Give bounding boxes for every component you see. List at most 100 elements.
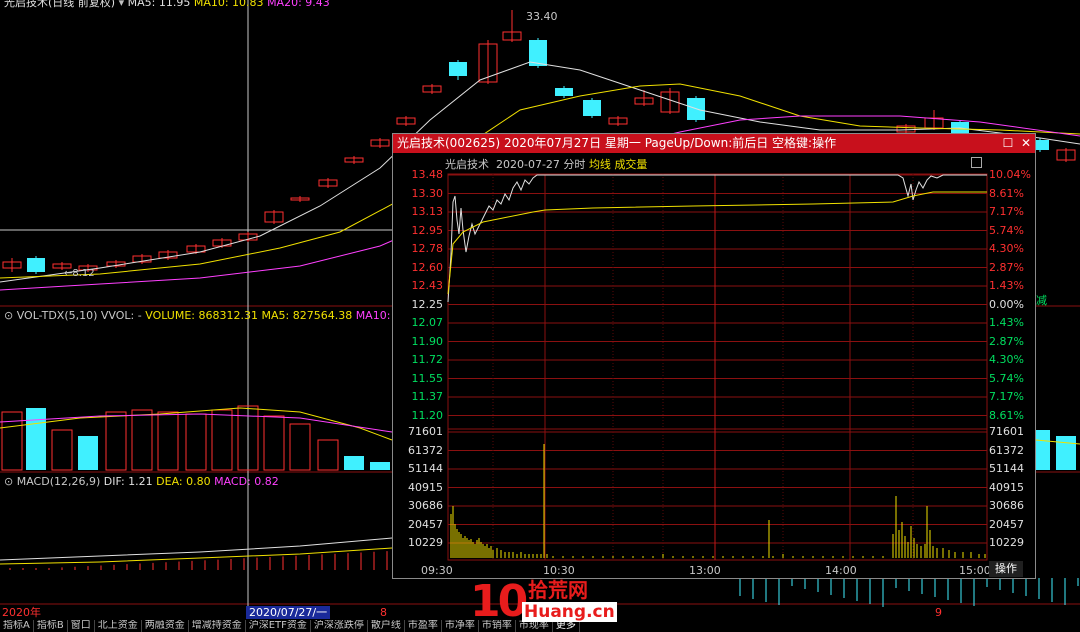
volume-bar-up (157, 411, 179, 471)
price-tick: 12.78 (411, 242, 444, 255)
indicator-tab[interactable]: 沪深涨跌停 (311, 620, 368, 632)
volume-bar-up (131, 409, 153, 471)
macd-pane-header: ⊙ MACD(12,26,9) DIF: 1.21 DEA: 0.80 MACD… (4, 475, 279, 488)
volume-tick: 71601 (989, 425, 1024, 438)
volume-tick: 20457 (408, 517, 443, 531)
vol-indicator-name: VOL-TDX(5,10) (16, 309, 98, 322)
vol-ma10-value: MA10: (355, 309, 391, 322)
ma10-label: MA10: 10.83 (193, 0, 264, 9)
intraday-frame (447, 173, 988, 561)
macd-value: MACD: 0.82 (214, 475, 279, 488)
volume-bar-down (26, 408, 46, 470)
indicator-tab[interactable]: 散户线 (368, 620, 405, 632)
volume-bar-up (211, 409, 233, 471)
percent-tick: 2.87% (989, 260, 1024, 274)
month-8-label: 8 (380, 606, 387, 619)
dif-value: DIF: 1.21 (103, 475, 153, 488)
time-tick: 10:30 (543, 564, 575, 577)
operate-button[interactable]: 操作 (989, 561, 1023, 577)
percent-tick: 4.30% (989, 353, 1024, 366)
percent-tick: 8.61% (989, 186, 1024, 200)
volume-bar-up (51, 429, 73, 471)
macd-indicator-name: MACD(12,26,9) (16, 475, 101, 488)
vol-ma5-line (0, 407, 393, 441)
volume-bar-up (289, 423, 311, 471)
indicator-tab[interactable]: 市盈率 (405, 620, 442, 632)
volume-bar-down (344, 456, 364, 470)
gear-icon[interactable]: ⊙ (4, 309, 13, 322)
candle-down (583, 100, 601, 116)
candle-down (27, 258, 45, 272)
dea-value: DEA: 0.80 (156, 475, 211, 488)
watermark-logo: 10 拾荒网 Huang.cn (470, 578, 630, 628)
volume-value: VOLUME: 868312.31 (145, 309, 258, 322)
volume-bar-down (1056, 436, 1076, 470)
percent-tick: 1.43% (989, 316, 1024, 329)
percent-tick: 1.43% (989, 279, 1024, 292)
indicator-tab[interactable]: 沪深ETF资金 (246, 620, 311, 632)
price-tick: 11.37 (411, 390, 444, 403)
volume-tick: 71601 (408, 425, 443, 438)
price-tick: 11.72 (411, 353, 444, 366)
volume-tick: 40915 (989, 480, 1024, 494)
time-tick: 15:00 (959, 564, 991, 577)
volume-tick: 51144 (989, 462, 1024, 475)
low-price-label: ←8.12 (64, 268, 95, 279)
percent-tick: 7.17% (989, 205, 1024, 218)
price-tick: 12.60 (411, 260, 444, 274)
volume-tick: 51144 (408, 462, 443, 475)
intraday-chart (447, 173, 988, 561)
indicator-tab[interactable]: 指标A (0, 620, 34, 632)
time-tick: 09:30 (421, 564, 453, 577)
watermark-en: Huang.cn (522, 602, 617, 622)
volume-bar-down (78, 436, 98, 470)
volume-bar-down (370, 462, 390, 470)
volume-tick: 30686 (989, 499, 1024, 512)
indicator-tab[interactable]: 窗口 (68, 620, 95, 632)
volume-tick: 20457 (989, 517, 1024, 531)
volume-bar-up (317, 439, 339, 471)
percent-tick: 0.00% (989, 297, 1024, 311)
volume-bar-up (185, 413, 207, 471)
price-tick: 12.95 (411, 223, 444, 237)
percent-tick: 2.87% (989, 334, 1024, 348)
watermark-cn: 拾荒网 (528, 578, 588, 602)
time-tick: 14:00 (825, 564, 857, 577)
intraday-average-line (447, 191, 987, 295)
stock-title: 光启技术(日线 前复权) (4, 0, 116, 9)
daily-chart-header: 光启技术(日线 前复权) ▾ MA5: 11.95 MA10: 10.83 MA… (4, 0, 330, 9)
percent-tick: 10.04% (989, 168, 1031, 181)
indicator-tab[interactable]: 增减持资金 (189, 620, 246, 632)
price-tick: 11.20 (411, 408, 444, 422)
volume-tick: 61372 (989, 443, 1024, 457)
dropdown-icon[interactable]: ▾ (119, 0, 125, 9)
vol-ma10-line (0, 413, 393, 433)
peak-price-label: 33.40 (526, 10, 558, 23)
ma5-label: MA5: 11.95 (127, 0, 191, 9)
volume-bar-up (263, 415, 285, 471)
indicator-tab[interactable]: 北上资金 (95, 620, 142, 632)
price-tick: 12.25 (411, 297, 444, 311)
intraday-price-line (447, 174, 987, 303)
volume-tick: 30686 (408, 499, 443, 512)
ma20-label: MA20: 9.43 (267, 0, 330, 9)
current-date-label: 2020/07/27/一 (246, 606, 331, 619)
dea-line (0, 547, 393, 565)
watermark-ten: 10 (470, 576, 528, 627)
percent-tick: 8.61% (989, 408, 1024, 422)
indicator-tab[interactable]: 两融资金 (142, 620, 189, 632)
indicator-tab[interactable]: 指标B (34, 620, 68, 632)
volume-tick: 10229 (989, 536, 1024, 549)
volume-pane-header: ⊙ VOL-TDX(5,10) VVOL: - VOLUME: 868312.3… (4, 309, 390, 322)
vol-ma5-value: MA5: 827564.38 (261, 309, 353, 322)
price-tick: 11.90 (411, 334, 444, 348)
volume-tick: 61372 (408, 443, 443, 457)
side-note: 减 (1036, 294, 1047, 307)
price-tick: 11.55 (411, 371, 444, 385)
month-9-label: 9 (935, 606, 942, 619)
price-tick: 13.48 (411, 168, 444, 181)
percent-tick: 7.17% (989, 390, 1024, 403)
intraday-popup-window[interactable]: 光启技术(002625) 2020年07月27日 星期一 PageUp/Down… (392, 133, 1036, 579)
gear-icon[interactable]: ⊙ (4, 475, 13, 488)
price-tick: 13.30 (411, 186, 444, 200)
